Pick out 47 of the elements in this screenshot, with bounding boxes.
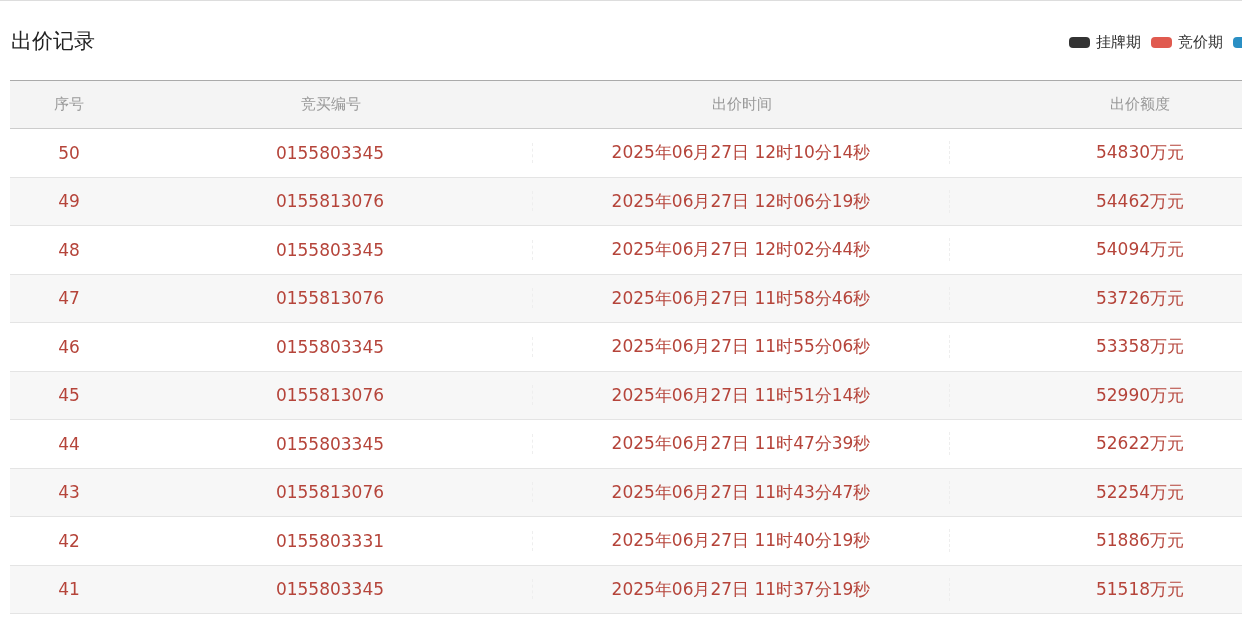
table-cell: 44 [58,433,80,454]
table-cell: 45 [58,385,80,406]
column-header: 出价时间 [711,95,772,113]
table-cell: 2025年06月27日 12时06分19秒 [611,190,871,211]
table-cell: 0155803345 [275,239,385,260]
table-cell: 0155803345 [275,433,385,454]
table-cell: 53358万元 [1095,336,1185,357]
table-cell: 43 [58,482,80,503]
column-header: 出价额度 [1110,95,1170,113]
table-cell: 54462万元 [1095,190,1185,211]
legend-label: 竞价期 [1178,33,1223,52]
table-cell: 54830万元 [1095,142,1185,163]
table-cell: 0155813076 [275,288,385,309]
legend-label: 挂牌期 [1096,33,1141,52]
table-cell: 2025年06月27日 12时10分14秒 [611,142,871,163]
table-cell: 0155803331 [275,530,385,551]
table-cell: 0155813076 [275,191,385,212]
table-cell: 0155803345 [275,336,385,357]
column-header: 竞买编号 [300,95,361,113]
table-cell: 2025年06月27日 11时51分14秒 [611,384,871,405]
table-cell: 50 [58,142,80,163]
table-cell: 2025年06月27日 11时58分46秒 [611,287,871,308]
table-cell: 2025年06月27日 11时47分39秒 [611,433,871,454]
table-cell: 46 [58,336,80,357]
table-cell: 51886万元 [1095,530,1185,551]
table-cell: 51518万元 [1095,578,1185,599]
table-cell: 54094万元 [1095,239,1185,260]
table-cell: 52990万元 [1095,384,1185,405]
table-cell: 2025年06月27日 11时55分06秒 [611,336,871,357]
table-cell: 52254万元 [1095,481,1185,502]
table-cell: 52622万元 [1095,433,1185,454]
table-cell: 41 [58,579,80,600]
table-cell: 2025年06月27日 12时02分44秒 [611,239,871,260]
table-cell: 0155803345 [275,579,385,600]
table-cell: 47 [58,288,80,309]
table-cell: 2025年06月27日 11时40分19秒 [611,530,871,551]
table-cell: 0155813076 [275,482,385,503]
table-cell: 2025年06月27日 11时37分19秒 [611,578,871,599]
table-cell: 2025年06月27日 11时43分47秒 [611,481,871,502]
column-header: 序号 [54,95,84,113]
table-cell: 53726万元 [1095,287,1185,308]
table-cell: 0155813076 [275,385,385,406]
table-cell: 49 [58,191,80,212]
table-cell: 0155803345 [275,142,385,163]
table-cell: 42 [58,530,80,551]
table-cell: 48 [58,239,80,260]
section-title: 出价记录 [11,27,95,55]
